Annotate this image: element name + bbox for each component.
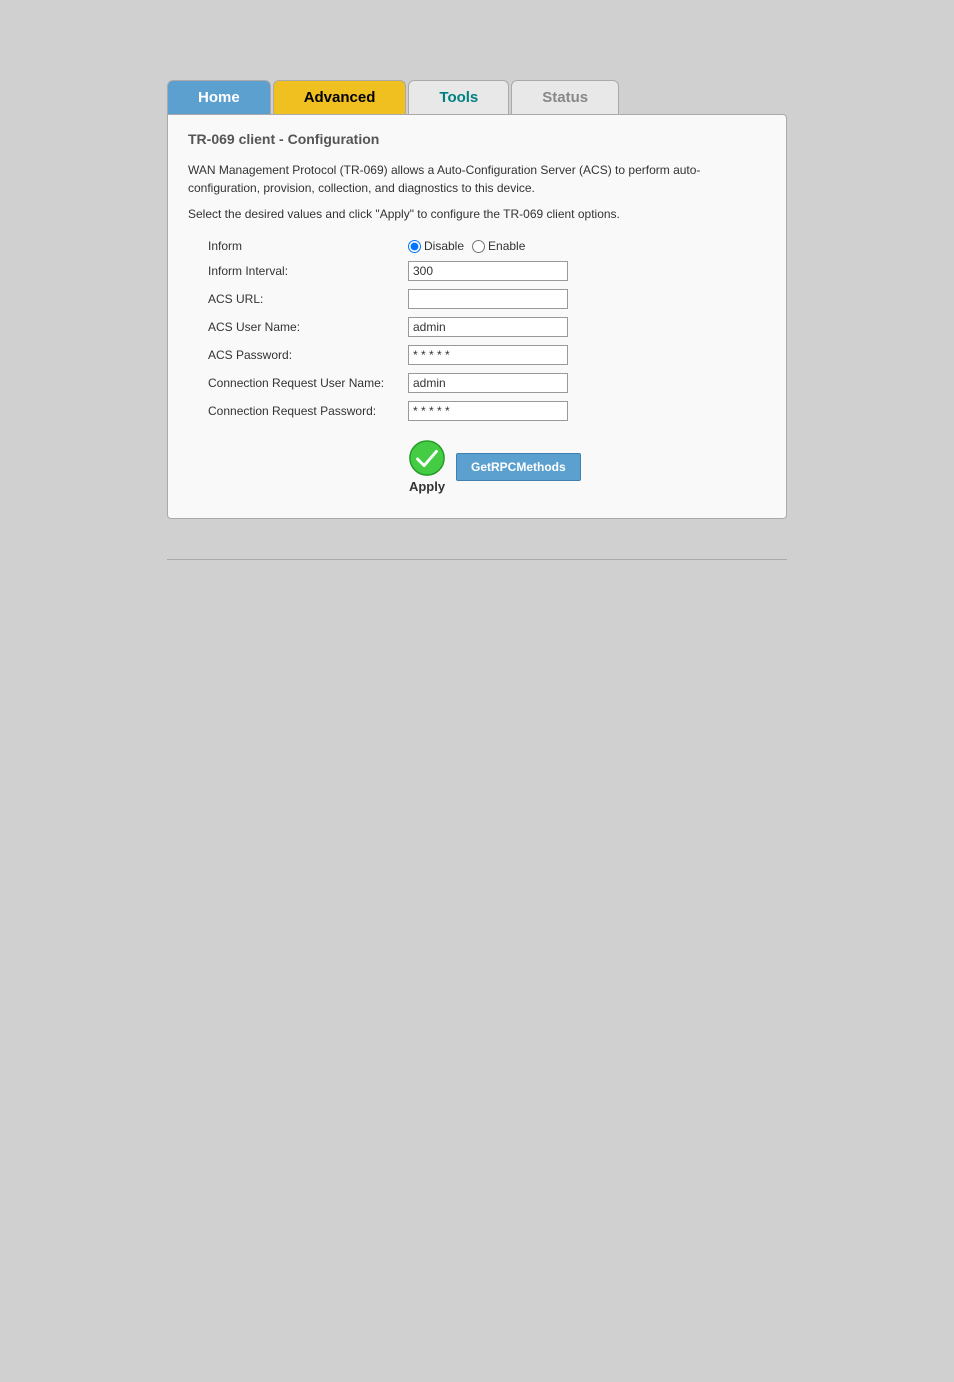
tab-status[interactable]: Status [511, 80, 619, 114]
conn-pass-row: Connection Request Password: [208, 401, 766, 421]
nav-tabs: Home Advanced Tools Status [167, 80, 787, 114]
button-row: Apply GetRPCMethods [208, 439, 766, 494]
tab-tools-label: Tools [439, 89, 478, 106]
getrpc-button[interactable]: GetRPCMethods [456, 453, 581, 481]
inform-interval-row: Inform Interval: [208, 261, 766, 281]
acs-pass-row: ACS Password: [208, 345, 766, 365]
acs-user-label: ACS User Name: [208, 320, 408, 334]
acs-user-input[interactable] [408, 317, 568, 337]
inform-disable-label: Disable [424, 239, 464, 253]
conn-pass-label: Connection Request Password: [208, 404, 408, 418]
instruction-text: Select the desired values and click "App… [188, 207, 766, 221]
inform-enable-radio[interactable] [472, 240, 485, 253]
page-title: TR-069 client - Configuration [188, 131, 766, 147]
inform-disable-option[interactable]: Disable [408, 239, 464, 253]
footer-divider [167, 559, 787, 560]
apply-checkmark-icon [408, 439, 446, 477]
tab-tools[interactable]: Tools [408, 80, 509, 114]
description-text: WAN Management Protocol (TR-069) allows … [188, 161, 766, 197]
form-section: Inform Disable Enable Inform Interval: [188, 239, 766, 494]
interval-label: Inform Interval: [208, 264, 408, 278]
conn-pass-input[interactable] [408, 401, 568, 421]
conn-user-label: Connection Request User Name: [208, 376, 408, 390]
acs-url-label: ACS URL: [208, 292, 408, 306]
tab-home[interactable]: Home [167, 80, 271, 114]
inform-enable-label: Enable [488, 239, 525, 253]
acs-user-row: ACS User Name: [208, 317, 766, 337]
apply-button[interactable]: Apply [408, 439, 446, 494]
acs-pass-input[interactable] [408, 345, 568, 365]
apply-label: Apply [409, 479, 445, 494]
tab-advanced-label: Advanced [304, 89, 376, 106]
conn-user-input[interactable] [408, 373, 568, 393]
inform-radio-group: Disable Enable [408, 239, 525, 253]
acs-url-row: ACS URL: [208, 289, 766, 309]
acs-url-input[interactable] [408, 289, 568, 309]
inform-label: Inform [208, 239, 408, 253]
tab-status-label: Status [542, 89, 588, 106]
inform-enable-option[interactable]: Enable [472, 239, 525, 253]
getrpc-label: GetRPCMethods [471, 460, 566, 474]
inform-disable-radio[interactable] [408, 240, 421, 253]
inform-row: Inform Disable Enable [208, 239, 766, 253]
interval-input[interactable] [408, 261, 568, 281]
tab-home-label: Home [198, 89, 240, 106]
conn-user-row: Connection Request User Name: [208, 373, 766, 393]
acs-pass-label: ACS Password: [208, 348, 408, 362]
content-box: TR-069 client - Configuration WAN Manage… [167, 114, 787, 519]
tab-advanced[interactable]: Advanced [273, 80, 407, 114]
